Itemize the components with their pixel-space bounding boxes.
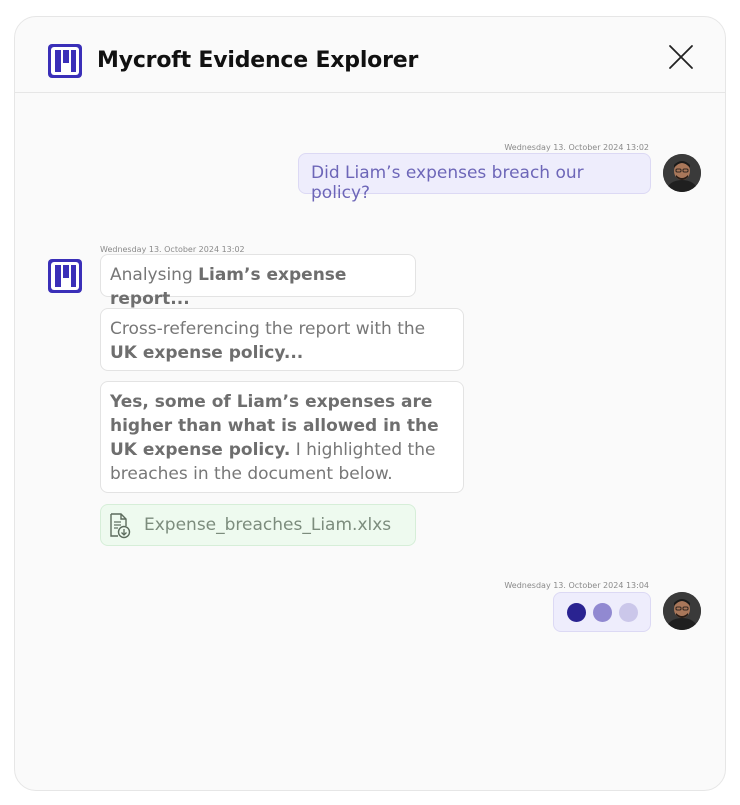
- status-text: Analysing: [110, 265, 199, 285]
- message-timestamp: Wednesday 13. October 2024 13:02: [504, 143, 649, 152]
- file-download-icon: [109, 513, 131, 544]
- typing-dot: [567, 603, 586, 622]
- typing-dot: [619, 603, 638, 622]
- typing-indicator: [553, 592, 651, 632]
- mycroft-logo: [48, 44, 82, 78]
- assistant-status-message: Analysing Liam’s expense report...: [100, 254, 416, 309]
- typing-dot: [593, 603, 612, 622]
- assistant-answer-message: Yes, some of Liam’s expenses are higher …: [100, 381, 464, 493]
- attachment-filename: Expense_breaches_Liam.xlxs: [144, 515, 392, 535]
- assistant-avatar-logo: [48, 259, 82, 293]
- assistant-status-message: Cross-referencing the report with the UK…: [100, 308, 464, 371]
- attachment-file[interactable]: Expense_breaches_Liam.xlxs: [100, 504, 416, 546]
- status-emphasis: UK expense policy...: [110, 343, 304, 363]
- app-title: Mycroft Evidence Explorer: [97, 48, 419, 73]
- chat-header: Mycroft Evidence Explorer: [15, 17, 725, 93]
- status-text: Cross-referencing the report with the: [110, 319, 426, 339]
- user-avatar: [663, 592, 701, 630]
- user-message: Did Liam’s expenses breach our policy?: [298, 153, 651, 203]
- user-avatar: [663, 154, 701, 192]
- message-timestamp: Wednesday 13. October 2024 13:04: [504, 581, 649, 590]
- close-icon[interactable]: [667, 43, 695, 71]
- chat-window: Mycroft Evidence Explorer Wednesday 13. …: [14, 16, 726, 791]
